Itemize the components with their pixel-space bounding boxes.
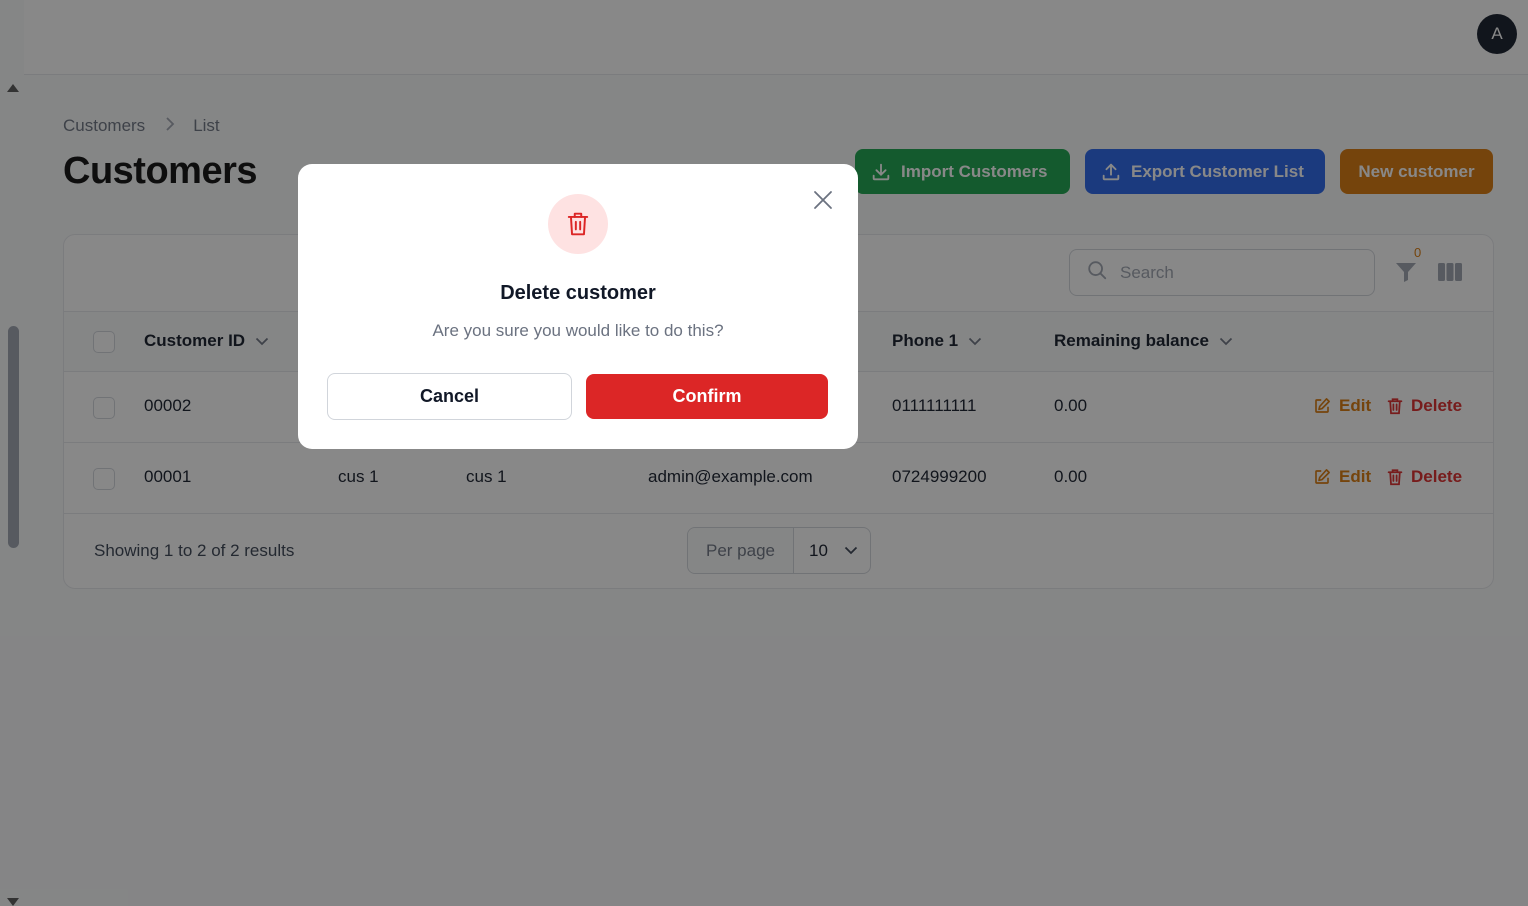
cancel-button[interactable]: Cancel [327, 373, 572, 420]
dialog-title: Delete customer [500, 282, 656, 304]
confirm-button[interactable]: Confirm [586, 374, 828, 419]
delete-customer-dialog: Delete customer Are you sure you would l… [298, 164, 858, 449]
modal-backdrop[interactable] [0, 0, 1528, 906]
dialog-message: Are you sure you would like to do this? [432, 321, 724, 340]
close-icon[interactable] [812, 189, 834, 211]
trash-icon [548, 194, 608, 254]
